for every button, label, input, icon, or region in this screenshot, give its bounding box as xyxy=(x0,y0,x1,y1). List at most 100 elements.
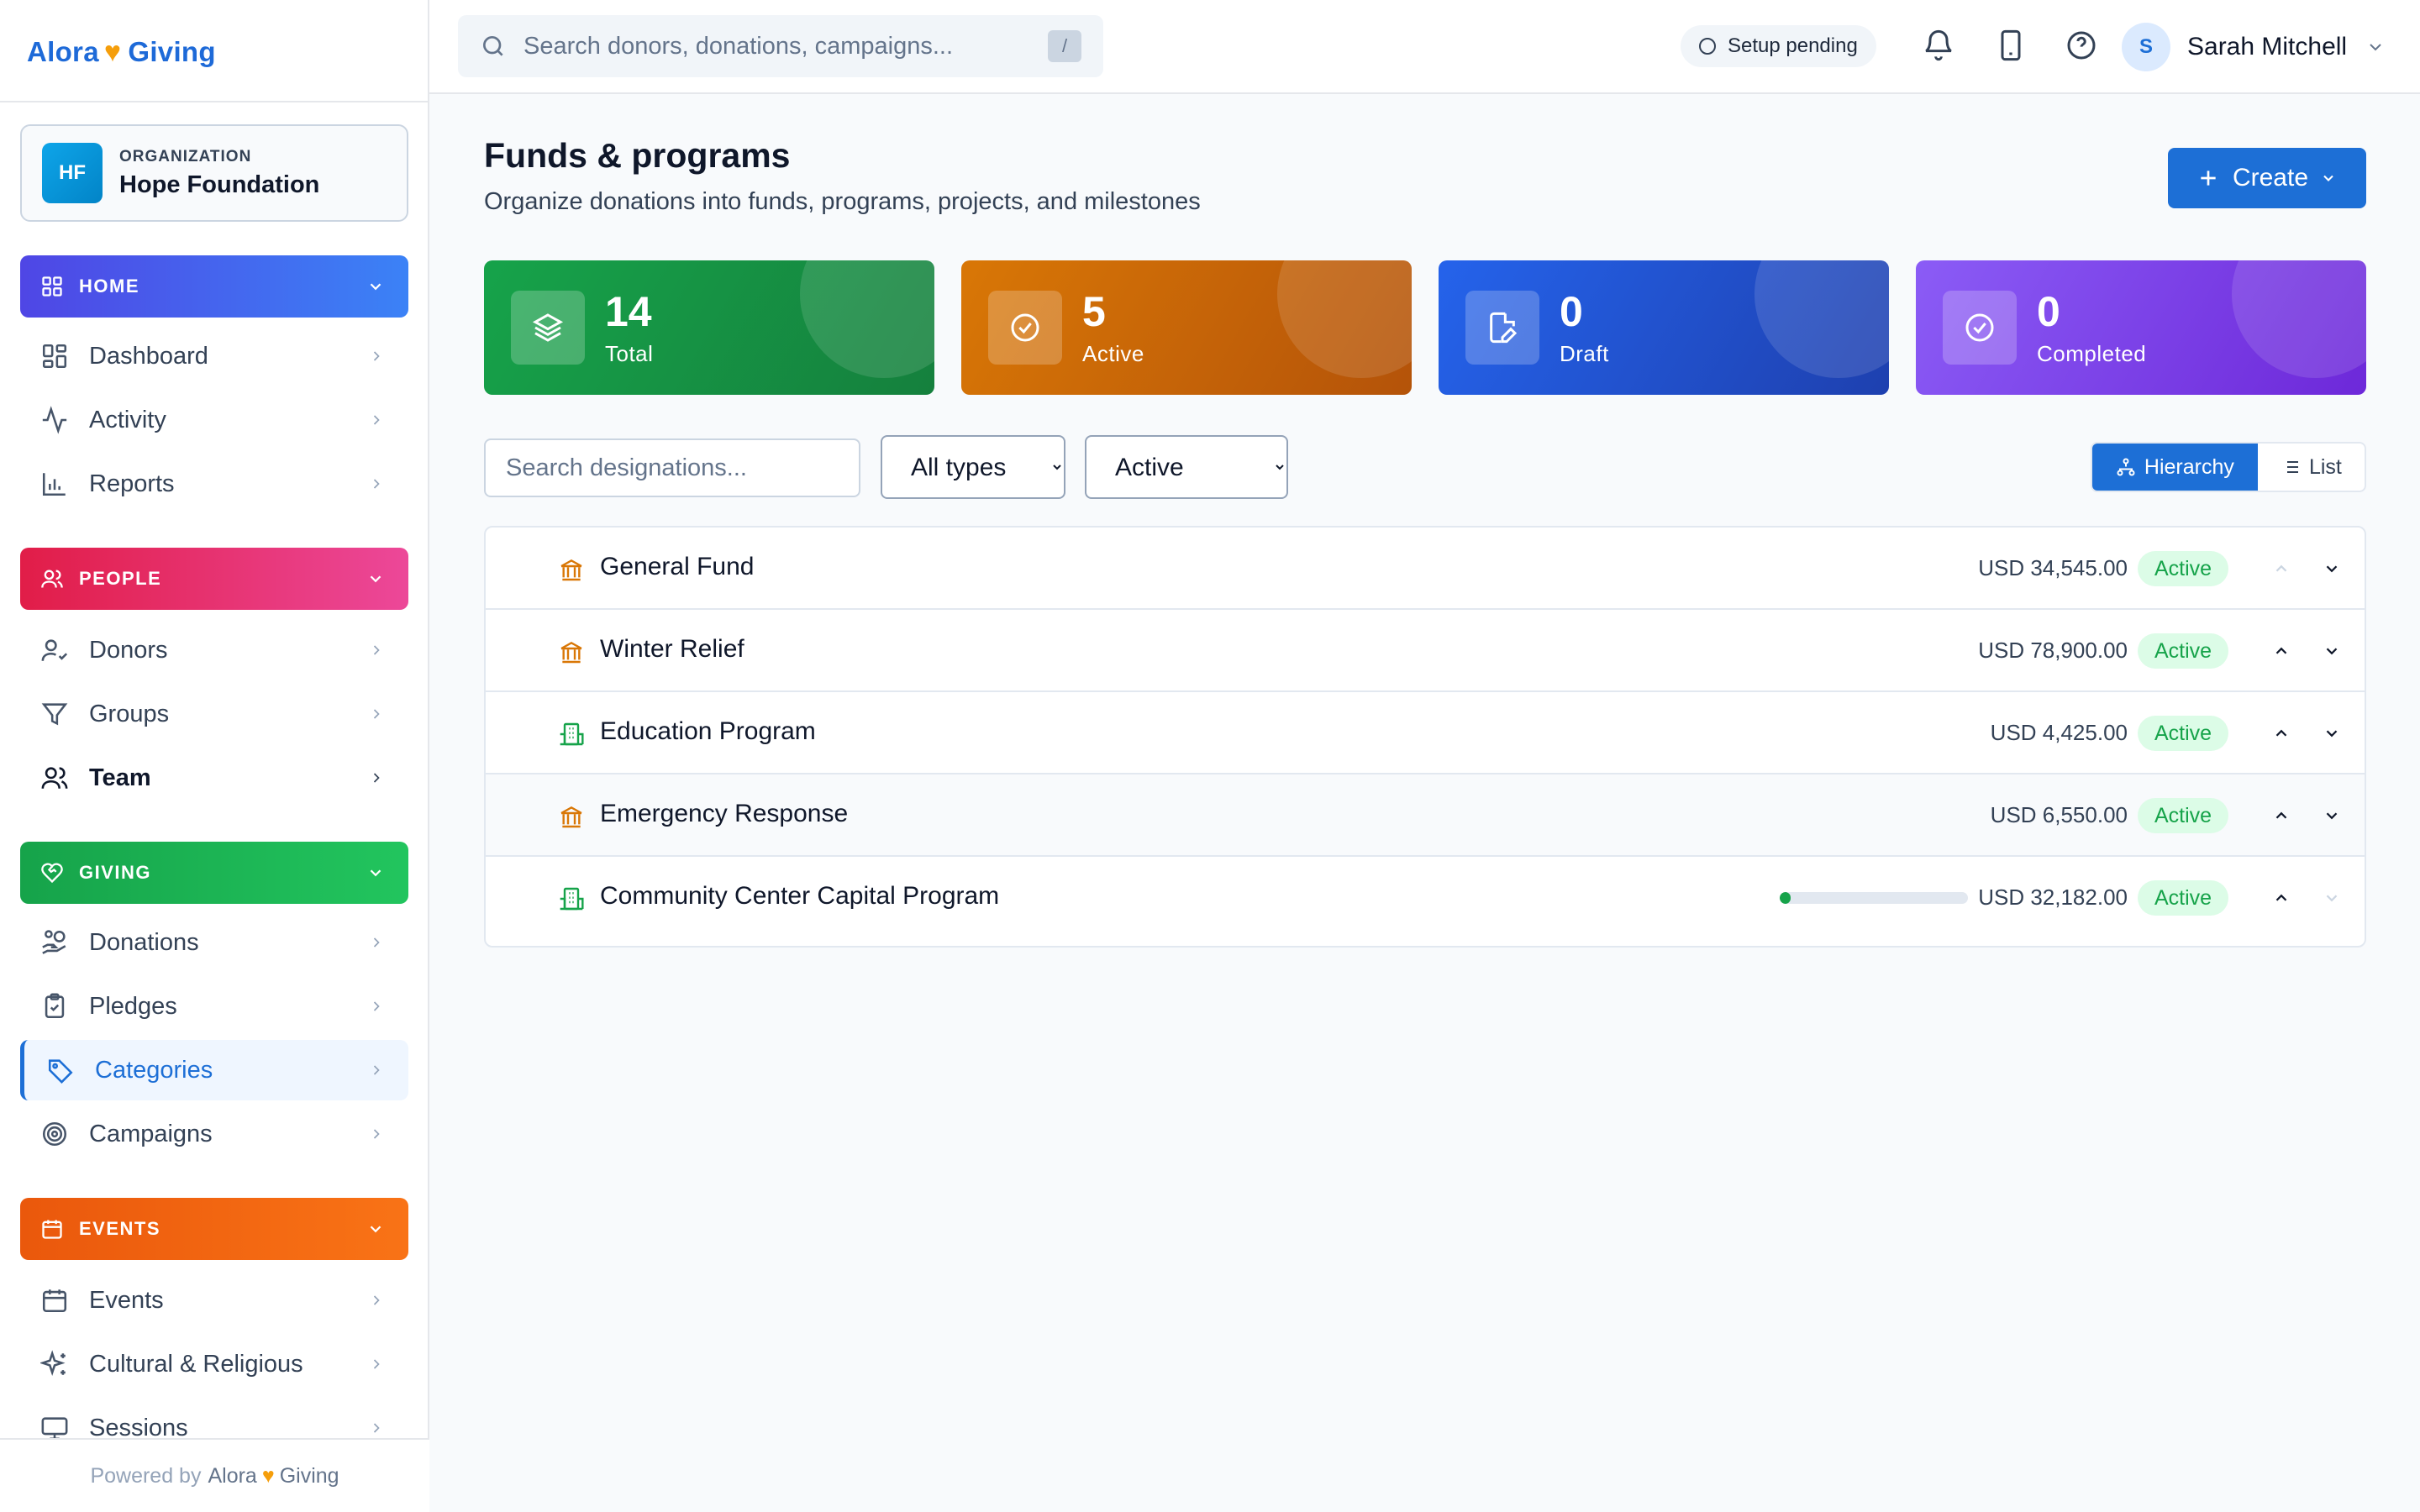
plus-icon xyxy=(2201,171,2216,186)
table-row[interactable]: General Fund USD 34,545.00 Active xyxy=(486,528,2365,610)
stat-card-completed[interactable]: 0 Completed xyxy=(1916,260,2366,395)
stat-icon-box xyxy=(988,291,1062,365)
hand-coins-icon xyxy=(42,930,66,954)
stat-label: Draft xyxy=(1560,341,1609,366)
table-row[interactable]: Education Program USD 4,425.00 Active xyxy=(486,692,2365,774)
sidebar-item-donations[interactable]: Donations xyxy=(20,912,408,973)
sidebar-item-team[interactable]: Team xyxy=(20,748,408,808)
designation-search-input[interactable] xyxy=(484,438,860,497)
stat-card-active[interactable]: 5 Active xyxy=(961,260,1412,395)
filter-icon xyxy=(41,703,68,726)
mobile-icon[interactable] xyxy=(1994,29,2028,62)
help-icon[interactable] xyxy=(2065,29,2098,62)
move-down-icon[interactable] xyxy=(2323,559,2341,578)
status-filter-select[interactable]: Active xyxy=(1085,435,1288,499)
table-row[interactable]: Winter Relief USD 78,900.00 Active xyxy=(486,610,2365,692)
type-filter-select[interactable]: All types xyxy=(881,435,1065,499)
activity-icon xyxy=(42,406,67,434)
page-title: Funds & programs xyxy=(484,136,791,175)
sidebar-item-dashboard[interactable]: Dashboard xyxy=(20,326,408,386)
global-search-input[interactable] xyxy=(523,32,1028,60)
sidebar-item-campaigns[interactable]: Campaigns xyxy=(20,1104,408,1164)
view-list-button[interactable]: List xyxy=(2258,444,2365,491)
move-up-icon[interactable] xyxy=(2272,642,2291,660)
section-label: HOME xyxy=(79,276,139,297)
chevron-right-icon xyxy=(373,1129,380,1139)
move-down-icon[interactable] xyxy=(2323,642,2341,660)
section-home[interactable]: HOME xyxy=(20,255,408,318)
chevron-right-icon xyxy=(373,1359,380,1369)
bell-icon[interactable] xyxy=(1922,29,1955,62)
clipboard-icon xyxy=(45,993,65,1019)
list-icon xyxy=(2282,461,2298,473)
status-badge: Active xyxy=(2138,716,2228,751)
move-down-icon[interactable] xyxy=(2323,724,2341,743)
status-badge: Active xyxy=(2138,798,2228,833)
footer-brand-right: Giving xyxy=(279,1463,339,1488)
section-label: EVENTS xyxy=(79,1218,161,1239)
avatar: S xyxy=(2122,23,2170,71)
check-circle-icon xyxy=(1965,313,1994,342)
chevron-down-icon xyxy=(2370,44,2381,51)
bank-icon xyxy=(560,806,582,828)
designation-name: Emergency Response xyxy=(600,800,849,827)
stat-card-total[interactable]: 14 Total xyxy=(484,260,934,395)
sidebar-item-groups[interactable]: Groups xyxy=(20,684,408,744)
org-name: Hope Foundation xyxy=(119,171,320,198)
decorative-circle xyxy=(1754,260,1889,378)
sidebar-item-events[interactable]: Events xyxy=(20,1270,408,1331)
move-down-icon[interactable] xyxy=(2323,806,2341,825)
sidebar-item-activity[interactable]: Activity xyxy=(20,390,408,450)
sidebar-item-donors[interactable]: Donors xyxy=(20,620,408,680)
chevron-right-icon xyxy=(373,645,380,655)
search-shortcut-key: / xyxy=(1048,30,1081,62)
section-giving[interactable]: GIVING xyxy=(20,842,408,904)
designation-amount: USD 34,545.00 xyxy=(1978,555,2128,580)
table-row[interactable]: Emergency Response USD 6,550.00 Active xyxy=(486,774,2365,857)
main-content: Funds & programs Organize donations into… xyxy=(429,94,2420,1512)
stat-card-draft[interactable]: 0 Draft xyxy=(1439,260,1889,395)
global-search[interactable]: / xyxy=(458,15,1103,77)
sidebar-footer: Powered by Alora ♥ Giving xyxy=(0,1438,429,1512)
sidebar-item-label: Events xyxy=(89,1286,164,1314)
sidebar-item-categories[interactable]: Categories xyxy=(20,1040,408,1100)
chevron-right-icon xyxy=(373,1065,380,1075)
move-up-icon[interactable] xyxy=(2272,559,2291,578)
user-menu[interactable]: S Sarah Mitchell xyxy=(2122,22,2386,72)
move-down-icon[interactable] xyxy=(2323,889,2341,907)
designations-table: General Fund USD 34,545.00 Active Winter… xyxy=(484,526,2366,948)
organization-switcher[interactable]: HF ORGANIZATION Hope Foundation xyxy=(20,124,408,222)
view-hierarchy-label: Hierarchy xyxy=(2144,454,2234,479)
designation-name: Winter Relief xyxy=(600,635,744,663)
table-row[interactable]: Community Center Capital Program USD 32,… xyxy=(486,857,2365,939)
calendar-icon xyxy=(42,1289,67,1313)
designation-name: Community Center Capital Program xyxy=(600,882,1000,910)
chevron-right-icon xyxy=(373,351,380,361)
hierarchy-icon xyxy=(2117,458,2135,476)
grid-icon xyxy=(42,276,62,297)
designation-name: Education Program xyxy=(600,717,816,745)
create-button[interactable]: Create xyxy=(2168,148,2366,208)
brand-logo[interactable]: Alora ♥ Giving xyxy=(27,30,216,74)
section-people[interactable]: PEOPLE xyxy=(20,548,408,610)
sidebar-item-label: Groups xyxy=(89,700,170,727)
sidebar-item-pledges[interactable]: Pledges xyxy=(20,976,408,1037)
users-icon xyxy=(41,570,63,588)
org-label: ORGANIZATION xyxy=(119,147,252,165)
view-hierarchy-button[interactable]: Hierarchy xyxy=(2092,444,2258,491)
move-up-icon[interactable] xyxy=(2272,724,2291,743)
sidebar-item-label: Campaigns xyxy=(89,1120,213,1147)
section-label: PEOPLE xyxy=(79,568,162,589)
heart-hand-icon xyxy=(41,863,63,884)
sidebar-item-reports[interactable]: Reports xyxy=(20,454,408,514)
stat-value: 5 xyxy=(1082,288,1106,335)
create-button-label: Create xyxy=(2232,164,2309,192)
sidebar-item-cultural-religious[interactable]: Cultural & Religious xyxy=(20,1334,408,1394)
sidebar-item-label: Team xyxy=(89,764,151,791)
move-up-icon[interactable] xyxy=(2272,889,2291,907)
setup-status-button[interactable]: Setup pending xyxy=(1681,25,1876,67)
chevron-right-icon xyxy=(373,1001,380,1011)
section-events[interactable]: EVENTS xyxy=(20,1198,408,1260)
designation-amount: USD 32,182.00 xyxy=(1978,885,2128,910)
move-up-icon[interactable] xyxy=(2272,806,2291,825)
